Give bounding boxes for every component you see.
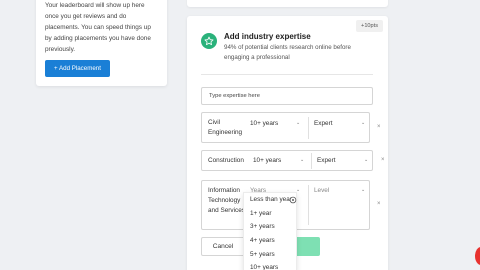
- level-select[interactable]: Expert: [317, 157, 335, 164]
- points-badge: +10pts: [356, 20, 383, 32]
- expertise-search-input[interactable]: Type expertise here: [201, 87, 373, 105]
- chevron-down-icon[interactable]: ⌄: [361, 187, 365, 193]
- search-placeholder: Type expertise here: [209, 93, 260, 99]
- remove-expertise-button[interactable]: ×: [377, 124, 381, 130]
- cancel-button[interactable]: Cancel: [201, 237, 245, 256]
- card-title: Add industry expertise: [224, 32, 311, 41]
- dropdown-option[interactable]: 1+ year: [244, 207, 296, 221]
- separator: [308, 117, 309, 139]
- dropdown-option[interactable]: 4+ years: [244, 234, 296, 248]
- add-placement-button[interactable]: + Add Placement: [45, 60, 110, 77]
- years-select[interactable]: 10+ years: [253, 157, 281, 164]
- expertise-name: Information Technology and Services: [208, 187, 245, 214]
- expertise-name: Construction: [208, 157, 244, 164]
- expertise-row: Civil Engineering 10+ years ⌄ Expert ⌄: [201, 112, 370, 143]
- dropdown-option[interactable]: 5+ years: [244, 247, 296, 261]
- card-description: 94% of potential clients research online…: [224, 44, 351, 61]
- mouse-cursor-icon: [289, 191, 297, 204]
- leaderboard-text: Your leaderboard will show up here once …: [45, 2, 151, 53]
- chevron-down-icon[interactable]: ⌄: [364, 157, 368, 163]
- level-select[interactable]: Expert: [314, 120, 332, 127]
- chevron-down-icon[interactable]: ⌄: [296, 120, 300, 126]
- years-select[interactable]: 10+ years: [250, 120, 278, 127]
- dropdown-option[interactable]: 10+ years: [244, 261, 296, 270]
- leaderboard-card: Your leaderboard will show up here once …: [36, 0, 167, 86]
- separator: [308, 185, 309, 225]
- separator: [311, 153, 312, 169]
- chevron-down-icon[interactable]: ⌄: [361, 120, 365, 126]
- remove-expertise-button[interactable]: ×: [381, 157, 385, 163]
- chat-widget-icon[interactable]: [475, 247, 480, 265]
- remove-expertise-button[interactable]: ×: [377, 201, 381, 207]
- level-select[interactable]: Level: [314, 187, 329, 194]
- previous-card-bottom: [187, 0, 388, 7]
- chevron-down-icon[interactable]: ⌄: [300, 157, 304, 163]
- star-icon: [201, 33, 217, 49]
- dropdown-option[interactable]: 3+ years: [244, 220, 296, 234]
- expertise-row: Construction 10+ years ⌄ Expert ⌄: [201, 150, 373, 171]
- divider: [201, 74, 373, 75]
- expertise-name: Civil Engineering: [208, 119, 243, 136]
